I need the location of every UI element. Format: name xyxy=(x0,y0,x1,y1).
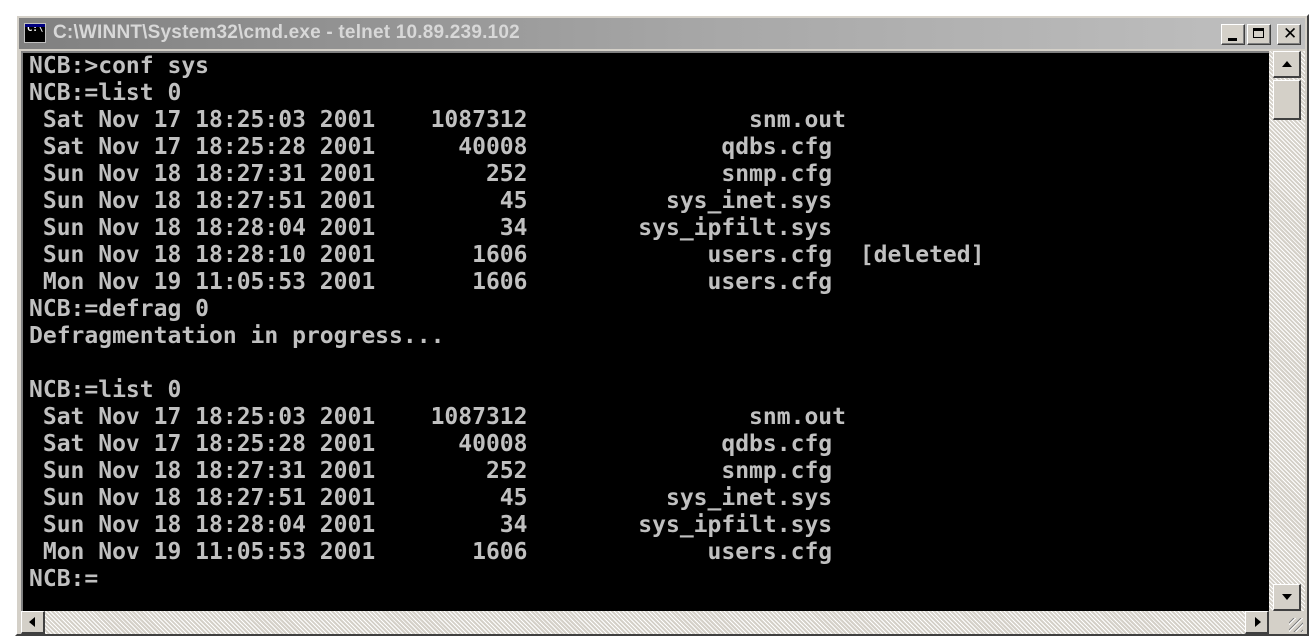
console-output[interactable]: NCB:>conf sys NCB:=list 0 Sat Nov 17 18:2… xyxy=(21,51,1269,611)
console-line: NCB:=defrag 0 xyxy=(29,296,210,322)
resize-grip[interactable] xyxy=(1269,611,1305,634)
maximize-button[interactable] xyxy=(1247,24,1271,45)
console-line: NCB:=list 0 xyxy=(29,377,182,403)
minimize-button[interactable] xyxy=(1221,24,1245,45)
window-title: C:\WINNT\System32\cmd.exe - telnet 10.89… xyxy=(53,22,520,43)
console-line: Sun Nov 18 18:28:10 2001 1606 users.cfg … xyxy=(29,242,985,268)
scroll-down-button[interactable] xyxy=(1273,584,1301,611)
console-line: Mon Nov 19 11:05:53 2001 1606 users.cfg xyxy=(29,269,833,295)
horizontal-scrollbar[interactable] xyxy=(21,611,1269,634)
console-line: Sun Nov 18 18:27:51 2001 45 sys_inet.sys xyxy=(29,485,833,511)
close-button[interactable]: ✕ xyxy=(1277,24,1301,45)
cmd-icon-text: C:\ xyxy=(27,24,44,34)
console-line: Sun Nov 18 18:28:04 2001 34 sys_ipfilt.s… xyxy=(29,512,833,538)
console-line: Defragmentation in progress... xyxy=(29,323,445,349)
scroll-up-button[interactable] xyxy=(1273,51,1301,78)
console-line: Sat Nov 17 18:25:28 2001 40008 qdbs.cfg xyxy=(29,431,833,457)
console-line: Sat Nov 17 18:25:03 2001 1087312 snm.out xyxy=(29,107,846,133)
console-line: NCB:=list 0 xyxy=(29,80,182,106)
console-line: Sun Nov 18 18:28:04 2001 34 sys_ipfilt.s… xyxy=(29,215,833,241)
scroll-right-button[interactable] xyxy=(1245,611,1269,634)
title-bar[interactable]: C:\ C:\WINNT\System32\cmd.exe - telnet 1… xyxy=(19,18,1305,49)
console-line: Sun Nov 18 18:27:31 2001 252 snmp.cfg xyxy=(29,458,833,484)
arrow-left-icon xyxy=(29,617,35,627)
arrow-down-icon xyxy=(1282,594,1292,600)
telnet-console-window: C:\ C:\WINNT\System32\cmd.exe - telnet 1… xyxy=(15,14,1309,636)
console-line: Mon Nov 19 11:05:53 2001 1606 users.cfg xyxy=(29,539,833,565)
cmd-prompt-icon[interactable]: C:\ xyxy=(24,23,46,43)
close-icon: ✕ xyxy=(1283,24,1298,44)
console-line: NCB:>conf sys xyxy=(29,53,210,79)
console-line: NCB:= xyxy=(29,566,99,592)
vertical-scroll-thumb[interactable] xyxy=(1273,80,1301,120)
vertical-scrollbar[interactable] xyxy=(1269,51,1305,611)
console-line: Sun Nov 18 18:27:51 2001 45 sys_inet.sys xyxy=(29,188,833,214)
arrow-up-icon xyxy=(1282,61,1292,67)
console-line: Sat Nov 17 18:25:28 2001 40008 qdbs.cfg xyxy=(29,134,833,160)
arrow-right-icon xyxy=(1255,617,1261,627)
console-line: Sat Nov 17 18:25:03 2001 1087312 snm.out xyxy=(29,404,846,430)
console-line: Sun Nov 18 18:27:31 2001 252 snmp.cfg xyxy=(29,161,833,187)
scroll-left-button[interactable] xyxy=(21,611,45,634)
